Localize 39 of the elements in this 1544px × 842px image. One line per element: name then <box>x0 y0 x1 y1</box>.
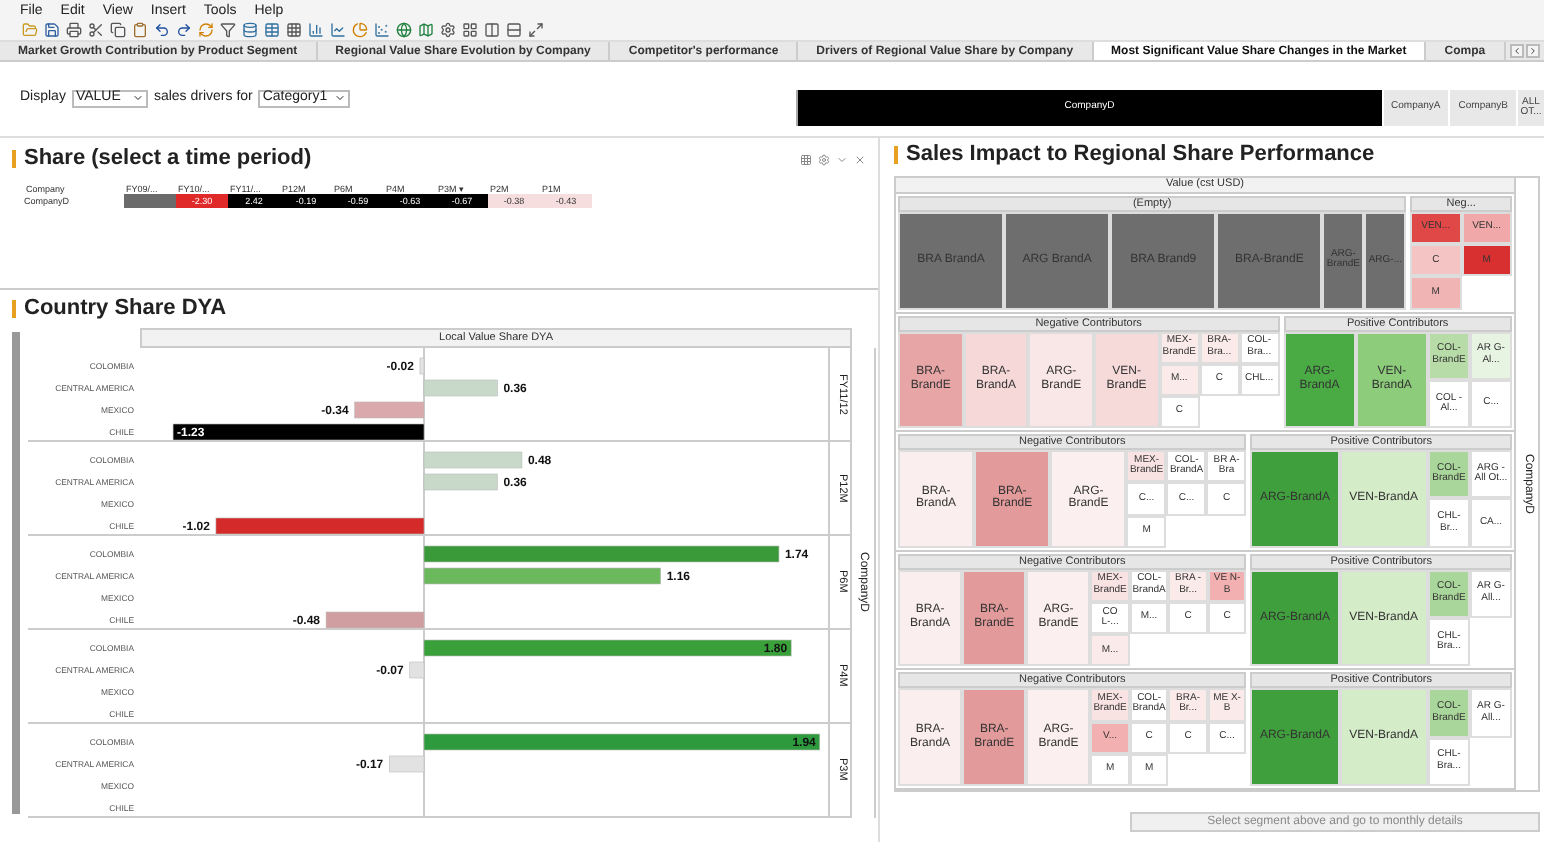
grid-icon[interactable] <box>284 21 302 39</box>
panel-title: Country Share DYA <box>24 298 227 320</box>
table-cell[interactable] <box>124 194 176 208</box>
copy-icon[interactable] <box>108 21 126 39</box>
title-marker <box>12 300 16 318</box>
scissors-icon[interactable] <box>86 21 104 39</box>
caret-icon <box>333 92 346 105</box>
panel-title: Share (select a time period) <box>24 148 312 170</box>
table-icon[interactable] <box>262 21 280 39</box>
maximize-icon[interactable] <box>526 21 544 39</box>
clipboard-icon[interactable] <box>130 21 148 39</box>
scroll-left-button[interactable] <box>1510 44 1524 58</box>
close-icon[interactable] <box>854 153 866 165</box>
scroll-right-button[interactable] <box>1526 44 1540 58</box>
refresh-icon[interactable] <box>196 21 214 39</box>
bar-chart-icon[interactable] <box>306 21 324 39</box>
settings-icon[interactable] <box>818 153 830 165</box>
bar[interactable] <box>172 423 425 440</box>
columns-icon[interactable] <box>482 21 500 39</box>
line-chart-icon[interactable] <box>328 21 346 39</box>
panel-title: Sales Impact to Regional Share Performance <box>906 144 1375 166</box>
printer-icon[interactable] <box>64 21 82 39</box>
map-icon[interactable] <box>416 21 434 39</box>
save-icon[interactable] <box>42 21 60 39</box>
pie-chart-icon[interactable] <box>350 21 368 39</box>
database-icon[interactable] <box>240 21 258 39</box>
layout-icon[interactable] <box>460 21 478 39</box>
rows-icon[interactable] <box>504 21 522 39</box>
settings-icon[interactable] <box>438 21 456 39</box>
globe-icon[interactable] <box>394 21 412 39</box>
scrollbar[interactable] <box>12 332 20 814</box>
title-marker <box>12 150 16 168</box>
caret-icon <box>131 92 144 105</box>
filter-icon[interactable] <box>218 21 236 39</box>
title-marker <box>894 146 898 164</box>
redo-icon[interactable] <box>174 21 192 39</box>
grid-icon[interactable] <box>800 153 812 165</box>
scatter-chart-icon[interactable] <box>372 21 390 39</box>
undo-icon[interactable] <box>152 21 170 39</box>
